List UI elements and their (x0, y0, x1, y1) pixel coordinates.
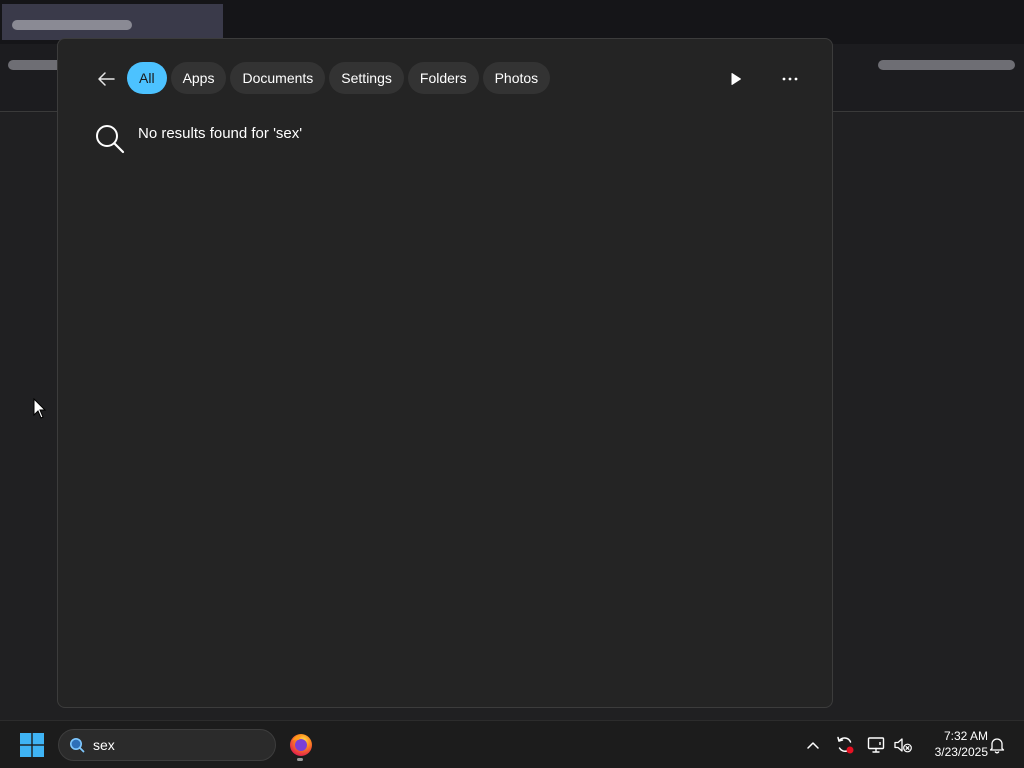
volume-tray-button[interactable] (892, 733, 914, 757)
filter-settings[interactable]: Settings (329, 62, 404, 94)
background-tab-placeholder (12, 20, 132, 30)
sync-tray-button[interactable] (834, 733, 856, 757)
network-tray-button[interactable] (866, 733, 888, 757)
bell-icon (989, 738, 1005, 754)
running-indicator (297, 758, 303, 761)
back-arrow-icon (98, 72, 115, 86)
search-icon (96, 125, 125, 154)
no-results-message: No results found for 'sex' (94, 123, 302, 155)
back-button[interactable] (93, 67, 119, 91)
more-options-icon (782, 77, 798, 81)
taskbar: 7:32 AM 3/23/2025 (0, 720, 1024, 768)
filter-apps[interactable]: Apps (170, 62, 227, 94)
taskbar-search-icon (70, 738, 85, 753)
clock-date: 3/23/2025 (934, 745, 988, 759)
taskbar-clock[interactable]: 7:32 AM 3/23/2025 (918, 728, 988, 762)
tray-overflow-button[interactable] (802, 733, 824, 757)
start-button[interactable] (16, 731, 48, 759)
volume-muted-icon (894, 738, 912, 753)
play-icon (731, 73, 741, 85)
taskbar-search-box[interactable] (58, 729, 276, 761)
mouse-cursor-icon (33, 398, 47, 419)
notifications-button[interactable] (986, 733, 1008, 757)
sync-icon (837, 736, 854, 754)
filter-photos[interactable]: Photos (482, 62, 551, 94)
more-options-button[interactable] (776, 67, 804, 91)
search-filter-tabs: All Apps Documents Settings Folders Phot… (127, 62, 551, 94)
background-tab[interactable] (2, 4, 223, 40)
firefox-icon (290, 734, 312, 756)
filter-folders[interactable]: Folders (407, 62, 479, 94)
background-placeholder-right (878, 60, 1015, 70)
search-input[interactable] (93, 737, 253, 753)
no-results-text: No results found for 'sex' (138, 124, 303, 142)
search-flyout: All Apps Documents Settings Folders Phot… (57, 38, 833, 708)
filter-all[interactable]: All (127, 62, 167, 94)
clock-time: 7:32 AM (943, 729, 988, 743)
filter-documents[interactable]: Documents (230, 62, 326, 94)
windows-start-icon (20, 733, 44, 757)
network-icon (867, 737, 885, 753)
chevron-up-icon (807, 742, 819, 749)
firefox-taskbar-button[interactable] (286, 729, 316, 763)
play-button[interactable] (726, 69, 746, 89)
